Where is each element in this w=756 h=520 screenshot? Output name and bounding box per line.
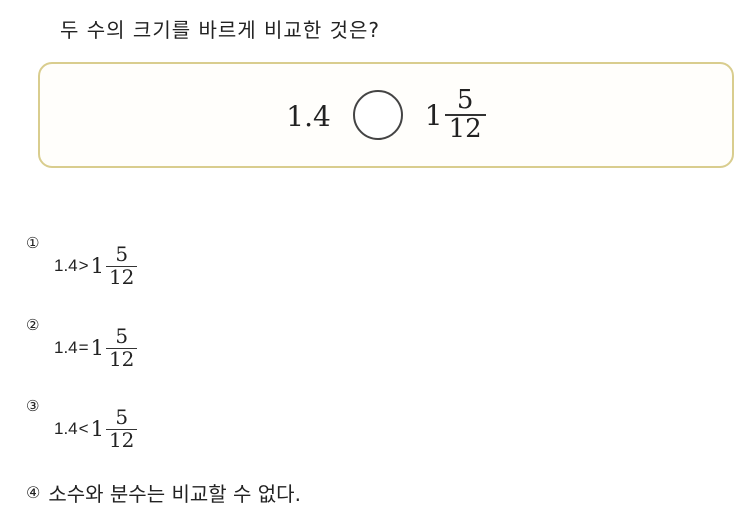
fraction-denominator: 12 [105, 428, 138, 452]
fraction: 5 12 [444, 84, 486, 144]
choice-1[interactable]: ① 1.4 > 1 5 12 [26, 234, 138, 287]
choice-number: ④ [26, 483, 41, 502]
choice-text: 소수와 분수는 비교할 수 없다. [48, 482, 301, 506]
mixed-whole: 1 [424, 98, 443, 132]
operator: > [78, 256, 89, 276]
decimal-value: 1.4 [286, 99, 331, 133]
choice-4[interactable]: ④ 소수와 분수는 비교할 수 없다. [26, 478, 301, 507]
choice-expression: 1.4 > 1 5 12 [54, 242, 138, 289]
choice-expression: 1.4 < 1 5 12 [54, 405, 138, 452]
comparison-circle[interactable] [352, 90, 403, 140]
choice-number: ② [26, 316, 40, 334]
fraction-denominator: 12 [105, 265, 138, 289]
fraction-numerator: 5 [115, 242, 129, 266]
fraction-numerator: 5 [115, 324, 129, 348]
fraction-denominator: 12 [444, 114, 486, 143]
fraction-numerator: 5 [115, 405, 129, 429]
choice-3[interactable]: ③ 1.4 < 1 5 12 [26, 397, 138, 450]
choice-2[interactable]: ② 1.4 = 1 5 12 [26, 316, 138, 369]
mixed-number: 1 5 12 [424, 84, 486, 144]
choice-number: ① [26, 234, 40, 252]
operator: = [78, 338, 89, 358]
decimal: 1.4 [54, 419, 78, 439]
question-text: 두 수의 크기를 바르게 비교한 것은? [60, 18, 381, 42]
choice-number: ③ [26, 397, 40, 415]
mixed-whole: 1 [90, 254, 104, 279]
mixed-whole: 1 [90, 336, 104, 361]
mixed-whole: 1 [90, 417, 104, 442]
fraction-denominator: 12 [105, 347, 138, 371]
choice-expression: 1.4 = 1 5 12 [54, 324, 138, 371]
fraction: 5 12 [105, 242, 138, 289]
fraction-numerator: 5 [456, 84, 474, 115]
fraction: 5 12 [105, 324, 138, 371]
fraction: 5 12 [105, 405, 138, 452]
comparison-box: 1.4 1 5 12 [38, 62, 734, 168]
operator: < [78, 419, 89, 439]
decimal: 1.4 [54, 338, 78, 358]
decimal: 1.4 [54, 256, 78, 276]
